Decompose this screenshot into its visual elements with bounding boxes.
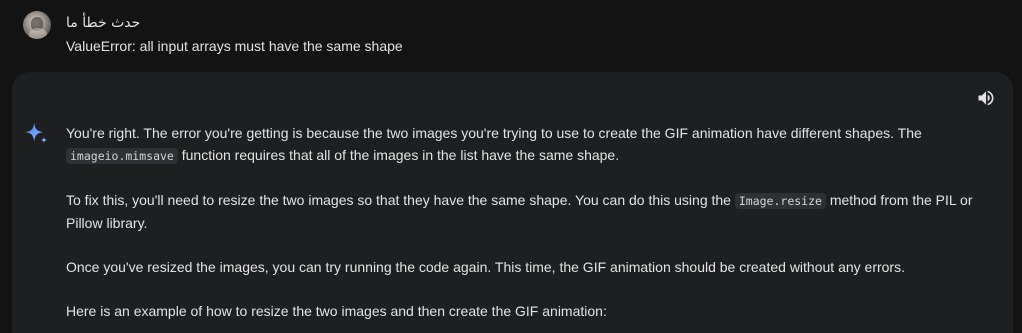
response-text-span: function requires that all of the images… bbox=[177, 147, 620, 163]
response-paragraph-3: Once you've resized the images, you can … bbox=[66, 259, 905, 275]
response-card: You're right. The error you're getting i… bbox=[12, 72, 1013, 333]
user-prompt: حدث خطأ ما ValueError: all input arrays … bbox=[23, 11, 403, 56]
user-prompt-message: ValueError: all input arrays must have t… bbox=[66, 38, 403, 54]
speaker-icon[interactable] bbox=[976, 88, 996, 108]
avatar[interactable] bbox=[23, 11, 51, 39]
response-text: You're right. The error you're getting i… bbox=[66, 122, 996, 333]
inline-code-mimsave: imageio.mimsave bbox=[66, 148, 178, 164]
response-text-span: You're right. The error you're getting i… bbox=[66, 125, 922, 141]
response-paragraph-1: You're right. The error you're getting i… bbox=[66, 122, 996, 167]
response-text-span: To fix this, you'll need to resize the t… bbox=[66, 192, 735, 208]
response-paragraph-2: To fix this, you'll need to resize the t… bbox=[66, 189, 996, 234]
user-prompt-title: حدث خطأ ما bbox=[66, 15, 141, 31]
sparkle-icon bbox=[24, 122, 48, 144]
response-paragraph-4: Here is an example of how to resize the … bbox=[66, 303, 607, 319]
user-prompt-text: حدث خطأ ما ValueError: all input arrays … bbox=[66, 13, 403, 56]
inline-code-image-resize: Image.resize bbox=[734, 193, 826, 209]
chat-page: حدث خطأ ما ValueError: all input arrays … bbox=[0, 0, 1022, 333]
